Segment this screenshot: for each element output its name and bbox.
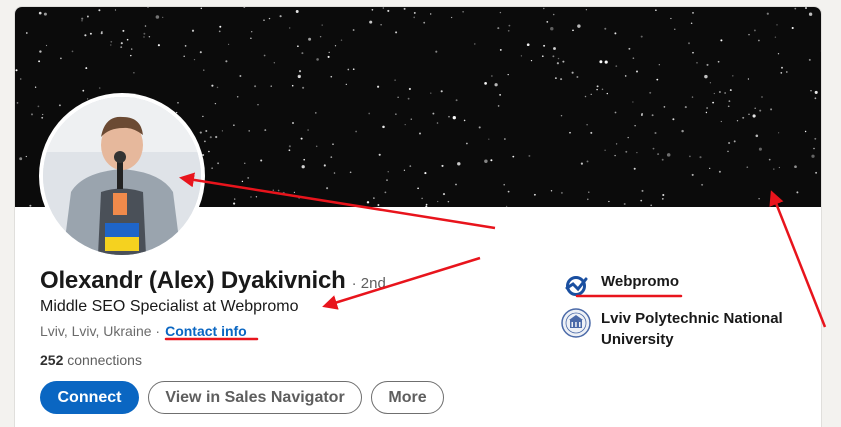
school-name: Lviv Polytechnic National University <box>601 310 783 348</box>
profile-headline: Middle SEO Specialist at Webpromo <box>40 298 299 315</box>
connect-button[interactable]: Connect <box>40 381 139 414</box>
more-button[interactable]: More <box>371 381 444 414</box>
education-school[interactable]: Lviv Polytechnic National University <box>561 308 791 350</box>
webpromo-logo-icon <box>561 271 591 301</box>
university-crest-icon <box>561 308 591 338</box>
profile-actions: Connect View in Sales Navigator More <box>40 381 444 414</box>
view-in-sales-navigator-button[interactable]: View in Sales Navigator <box>148 381 362 414</box>
profile-location: Lviv, Lviv, Ukraine · <box>40 323 161 339</box>
current-company[interactable]: Webpromo <box>561 271 791 301</box>
name-row: Olexandr (Alex) Dyakivnich · 2nd <box>40 267 386 295</box>
connection-degree: · 2nd <box>351 275 386 292</box>
person-avatar-icon <box>43 97 201 255</box>
location-row: Lviv, Lviv, Ukraine · Contact info <box>40 323 247 339</box>
profile-photo[interactable] <box>39 93 205 259</box>
avatar <box>43 97 201 255</box>
contact-info-link[interactable]: Contact info <box>165 323 247 339</box>
connections-number: 252 <box>40 352 64 368</box>
profile-name: Olexandr (Alex) Dyakivnich <box>40 267 346 294</box>
profile-card: Olexandr (Alex) Dyakivnich · 2nd Middle … <box>14 6 822 427</box>
connections-count[interactable]: 252 connections <box>40 352 142 368</box>
connections-label: connections <box>67 352 142 368</box>
company-name: Webpromo <box>601 273 680 290</box>
